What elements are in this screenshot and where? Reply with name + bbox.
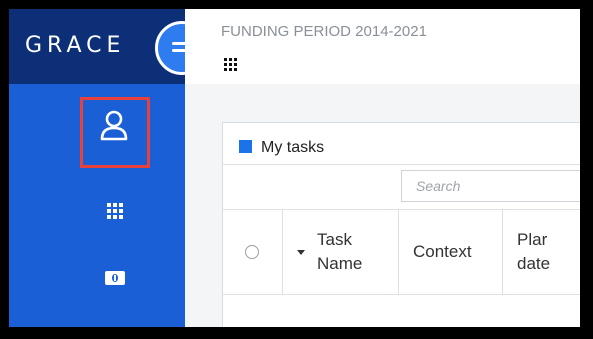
column-header-task-line2: Name	[317, 254, 363, 273]
sidebar-item-funding[interactable]	[9, 257, 185, 307]
search-input[interactable]: Search	[401, 170, 580, 202]
column-header-task-line1: Task	[317, 230, 352, 249]
panel-title-text: My tasks	[261, 139, 325, 156]
apps-grid-icon	[107, 203, 123, 219]
my-tasks-panel: My tasks Search Task Name Context Plar d…	[222, 122, 580, 327]
profile-highlight-box	[80, 97, 150, 168]
select-all-radio[interactable]	[245, 245, 259, 259]
divider	[223, 294, 580, 295]
funding-period-label: FUNDING PERIOD 2014-2021	[221, 23, 427, 40]
panel-title: My tasks	[239, 139, 324, 157]
column-header-plan-line1: Plar	[517, 230, 548, 249]
select-all-column	[223, 210, 283, 294]
money-icon	[105, 271, 125, 285]
sidebar-item-apps[interactable]	[9, 187, 185, 237]
panel-color-marker	[239, 140, 252, 153]
column-header-plan-line2: date	[517, 254, 551, 273]
column-header-context[interactable]: Context	[399, 210, 503, 294]
column-header-context-label: Context	[413, 242, 472, 261]
sort-caret-icon[interactable]	[297, 250, 305, 255]
column-header-planned-date[interactable]: Plar date	[503, 210, 580, 294]
app-window: GRACE FUNDING PERIOD 2014-2021 My tasks …	[9, 9, 580, 327]
apps-grid-icon[interactable]	[224, 58, 237, 71]
divider	[223, 164, 580, 165]
column-header-task-name[interactable]: Task Name	[283, 210, 399, 294]
header: FUNDING PERIOD 2014-2021	[185, 9, 580, 84]
app-logo: GRACE	[25, 33, 126, 58]
